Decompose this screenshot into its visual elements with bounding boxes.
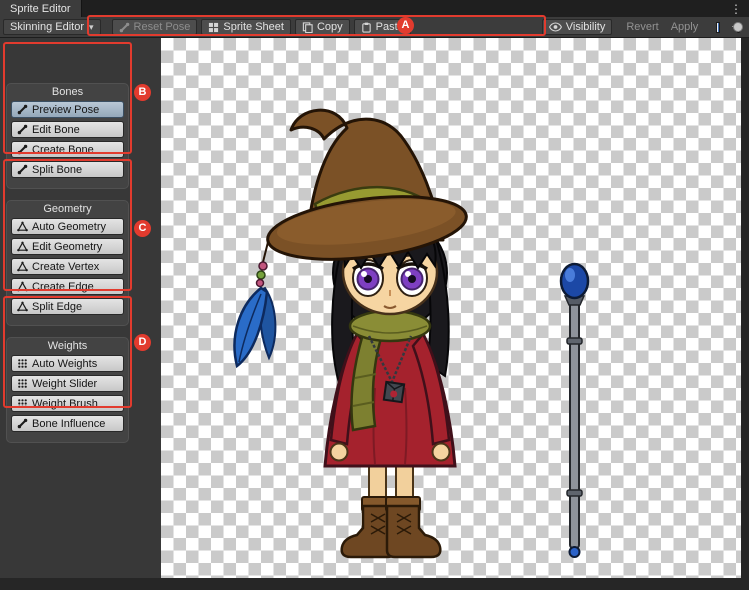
split-bone-icon [17, 164, 28, 175]
auto-geometry-label: Auto Geometry [32, 221, 106, 233]
kebab-menu-icon[interactable]: ⋮ [723, 2, 749, 16]
auto-weights-button[interactable]: Auto Weights [11, 355, 124, 372]
weight-slider-icon [17, 378, 28, 389]
weight-slider-button[interactable]: Weight Slider [11, 375, 124, 392]
geometry-panel-title: Geometry [7, 201, 128, 215]
geometry-panel: Geometry Auto Geometry Edit Geometry Cre… [6, 200, 129, 326]
paste-button[interactable]: Paste [354, 19, 411, 35]
create-edge-button[interactable]: Create Edge [11, 278, 124, 295]
bones-panel-title: Bones [7, 84, 128, 98]
visibility-eye-icon [549, 22, 562, 32]
preview-color-swatch[interactable] [716, 22, 719, 33]
sprite-editor-window: Sprite Editor ⋮ Skinning Editor ▾ Reset … [0, 0, 749, 590]
paste-icon [361, 22, 372, 33]
sprite-sheet-icon [208, 22, 219, 33]
sprite-sheet-button[interactable]: Sprite Sheet [201, 19, 291, 35]
copy-button[interactable]: Copy [295, 19, 350, 35]
create-bone-button[interactable]: Create Bone [11, 141, 124, 158]
create-vertex-button[interactable]: Create Vertex [11, 258, 124, 275]
copy-icon [302, 22, 313, 33]
visibility-label: Visibility [566, 21, 606, 33]
split-edge-icon [17, 301, 28, 312]
bones-panel: Bones Preview Pose Edit Bone Create Bone… [6, 83, 129, 189]
revert-button[interactable]: Revert [622, 21, 662, 33]
apply-button[interactable]: Apply [667, 21, 703, 33]
preview-pose-label: Preview Pose [32, 104, 99, 116]
weight-slider-label: Weight Slider [32, 378, 97, 390]
edit-bone-icon [17, 124, 28, 135]
auto-weights-label: Auto Weights [32, 358, 97, 370]
weights-panel-title: Weights [7, 338, 128, 352]
split-bone-button[interactable]: Split Bone [11, 161, 124, 178]
copy-label: Copy [317, 21, 343, 33]
staff-sprite[interactable] [561, 264, 588, 557]
revert-label: Revert [626, 21, 658, 33]
preview-pose-button[interactable]: Preview Pose [11, 101, 124, 118]
edit-geometry-button[interactable]: Edit Geometry [11, 238, 124, 255]
create-bone-icon [17, 144, 28, 155]
apply-label: Apply [671, 21, 699, 33]
visibility-button[interactable]: Visibility [542, 19, 613, 35]
edit-geometry-label: Edit Geometry [32, 241, 102, 253]
reset-pose-button[interactable]: Reset Pose [112, 19, 198, 35]
sprite-editor-title: Sprite Editor [10, 3, 71, 15]
split-edge-button[interactable]: Split Edge [11, 298, 124, 315]
weight-brush-label: Weight Brush [32, 398, 98, 410]
opacity-slider-knob[interactable] [733, 22, 743, 32]
auto-geometry-button[interactable]: Auto Geometry [11, 218, 124, 235]
split-edge-label: Split Edge [32, 301, 82, 313]
create-edge-icon [17, 281, 28, 292]
titlebar: Sprite Editor ⋮ [0, 0, 749, 17]
create-vertex-label: Create Vertex [32, 261, 99, 273]
edit-bone-label: Edit Bone [32, 124, 80, 136]
chevron-down-icon: ▾ [89, 22, 94, 33]
create-bone-label: Create Bone [32, 144, 94, 156]
paste-label: Paste [376, 21, 404, 33]
auto-weights-icon [17, 358, 28, 369]
bone-influence-label: Bone Influence [32, 418, 105, 430]
create-vertex-icon [17, 261, 28, 272]
edit-geometry-icon [17, 241, 28, 252]
reset-pose-icon [119, 22, 130, 33]
split-bone-label: Split Bone [32, 164, 82, 176]
sprite-canvas[interactable] [161, 38, 741, 578]
canvas-art [161, 38, 741, 578]
edit-bone-button[interactable]: Edit Bone [11, 121, 124, 138]
skinning-editor-label: Skinning Editor [10, 21, 84, 33]
bone-influence-icon [17, 418, 28, 429]
character-sprite[interactable] [234, 110, 469, 557]
bone-influence-button[interactable]: Bone Influence [11, 415, 124, 432]
create-edge-label: Create Edge [32, 281, 94, 293]
opacity-slider[interactable] [732, 21, 737, 33]
weight-brush-button[interactable]: Weight Brush [11, 395, 124, 412]
auto-geometry-icon [17, 221, 28, 232]
tool-sidebar: Bones Preview Pose Edit Bone Create Bone… [0, 38, 161, 578]
preview-pose-icon [17, 104, 28, 115]
weight-brush-icon [17, 398, 28, 409]
toolbar: Skinning Editor ▾ Reset Pose Sprite Shee… [0, 17, 749, 38]
skinning-editor-dropdown[interactable]: Skinning Editor ▾ [3, 19, 101, 35]
sprite-sheet-label: Sprite Sheet [223, 21, 284, 33]
reset-pose-label: Reset Pose [134, 21, 191, 33]
tab-sprite-editor[interactable]: Sprite Editor [0, 0, 82, 17]
weights-panel: Weights Auto Weights Weight Slider Weigh… [6, 337, 129, 443]
